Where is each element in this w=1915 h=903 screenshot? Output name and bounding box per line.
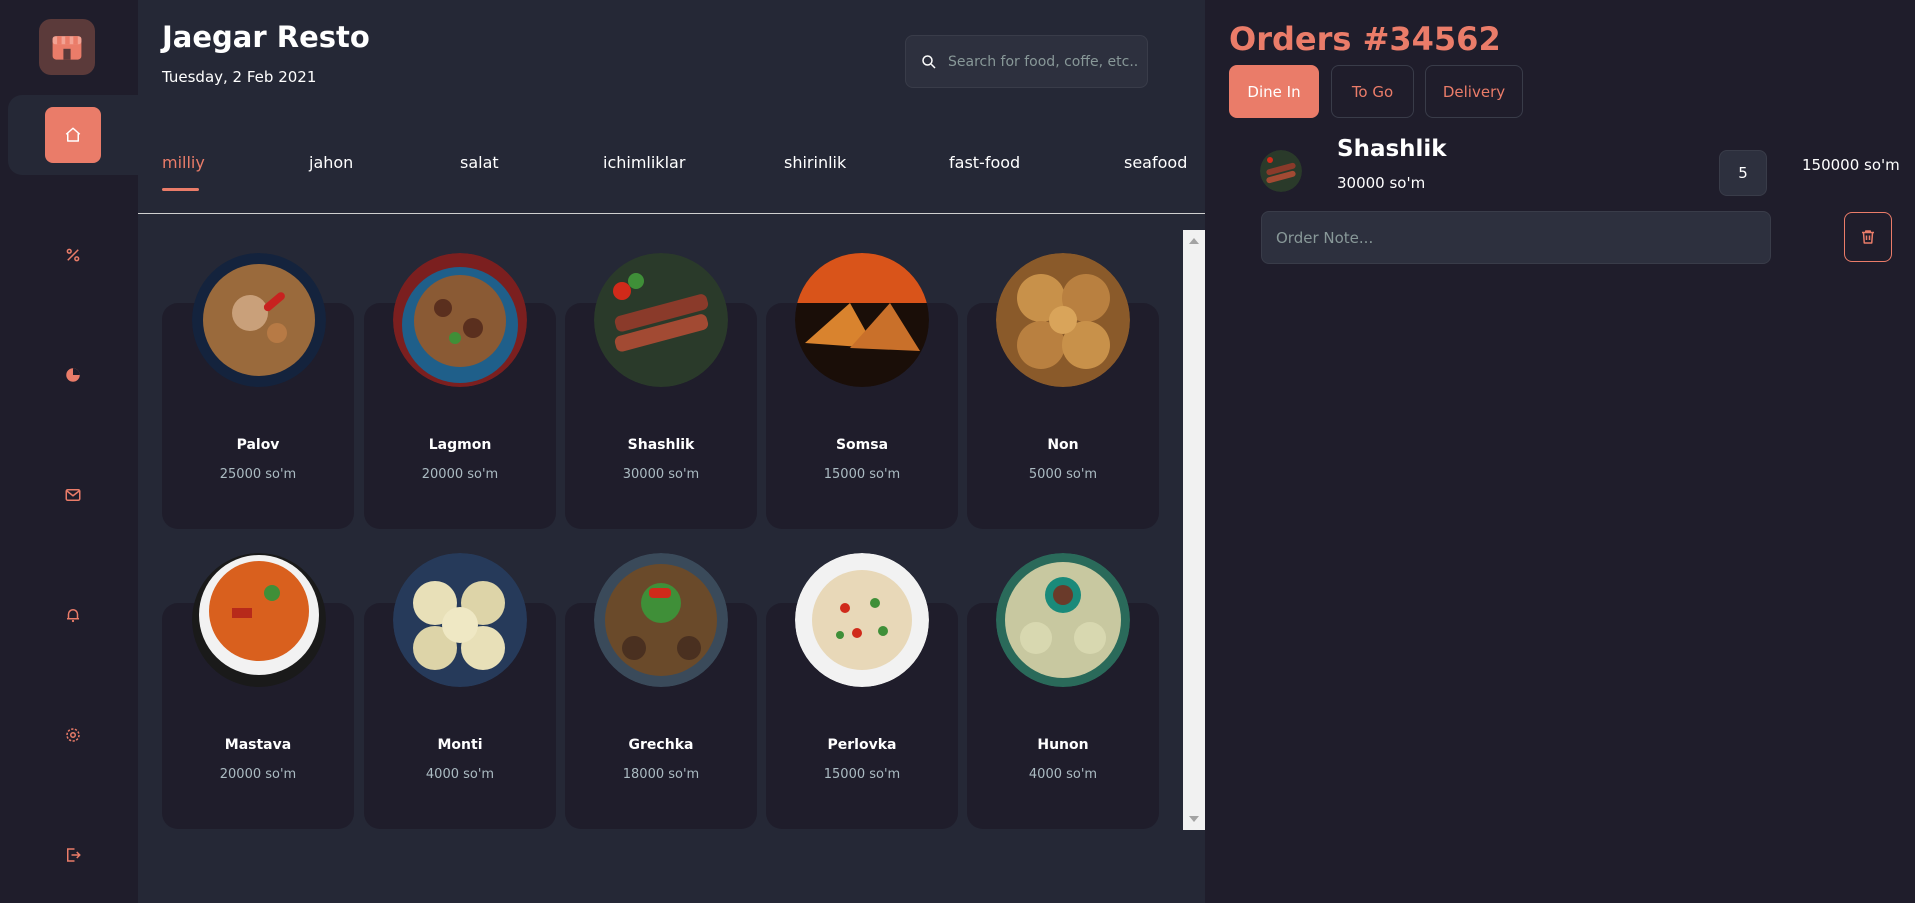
- dish-name: Grechka: [628, 737, 694, 753]
- tab-shirinlik[interactable]: shirinlik: [784, 153, 846, 172]
- dish-price: 25000 so'm: [219, 467, 297, 482]
- home-icon: [65, 127, 81, 142]
- dish-image-somsa: [795, 253, 929, 387]
- orders-panel: Orders #34562 Dine In To Go Delivery Sha…: [1205, 0, 1915, 903]
- nav-message-button[interactable]: [45, 467, 101, 523]
- dish-image-monti: [393, 553, 527, 687]
- dish-name: Lagmon: [428, 437, 492, 453]
- nav-settings-button[interactable]: [45, 707, 101, 763]
- dish-name: Mastava: [224, 737, 292, 753]
- dish-grid-scrollbar[interactable]: [1183, 230, 1205, 830]
- dish-name: Palov: [236, 437, 280, 453]
- message-icon: [65, 489, 81, 501]
- dish-image-shashlik: [594, 253, 728, 387]
- delete-item-button[interactable]: [1844, 212, 1892, 262]
- store-logo-icon: [39, 19, 95, 75]
- order-item-quantity[interactable]: 5: [1719, 150, 1767, 196]
- dish-image-hunon: [996, 553, 1130, 687]
- category-tabs: milliy jahon salat ichimliklar shirinlik…: [162, 153, 1187, 193]
- dish-image-grechka: [594, 553, 728, 687]
- scroll-up-arrow-icon[interactable]: [1189, 238, 1199, 244]
- nav-logout-button[interactable]: [45, 827, 101, 883]
- page-title: Jaegar Resto: [162, 20, 370, 54]
- dish-name: Perlovka: [827, 737, 897, 753]
- trash-icon: [1862, 230, 1874, 244]
- order-item-unit-price: 30000 so'm: [1337, 174, 1426, 192]
- dish-price: 20000 so'm: [219, 767, 297, 782]
- tab-jahon[interactable]: jahon: [309, 153, 353, 172]
- order-item-name: Shashlik: [1337, 136, 1447, 162]
- main-content: Jaegar Resto Tuesday, 2 Feb 2021 milliy …: [138, 0, 1205, 903]
- logout-icon: [67, 848, 81, 862]
- order-note-input[interactable]: [1261, 211, 1771, 264]
- dish-name: Somsa: [835, 437, 889, 453]
- dish-image-lagmon: [393, 253, 527, 387]
- order-item-total: 150000 so'm: [1802, 156, 1900, 174]
- tab-salat[interactable]: salat: [460, 153, 499, 172]
- dish-price: 4000 so'm: [425, 767, 495, 782]
- scroll-down-arrow-icon[interactable]: [1189, 816, 1199, 822]
- sidebar: [0, 0, 138, 903]
- nav-home-button[interactable]: [45, 107, 101, 163]
- order-item-image: [1260, 150, 1302, 192]
- dish-price: 15000 so'm: [823, 467, 901, 482]
- search-icon: [922, 54, 936, 69]
- page-date: Tuesday, 2 Feb 2021: [162, 68, 317, 86]
- dish-image-palov: [192, 253, 326, 387]
- tabs-divider: [138, 213, 1205, 214]
- dish-image-perlovka: [795, 553, 929, 687]
- dish-price: 30000 so'm: [622, 467, 700, 482]
- dish-name: Hunon: [1037, 737, 1089, 753]
- settings-icon: [66, 728, 80, 742]
- dish-name: Non: [1047, 437, 1079, 453]
- dish-name: Monti: [437, 737, 483, 753]
- discount-icon: [66, 248, 80, 262]
- search-box[interactable]: [905, 35, 1148, 88]
- orders-title: Orders #34562: [1229, 20, 1501, 58]
- dish-grid: Palov 25000 so'm Lagmon 20000 so'm Shash…: [162, 240, 1162, 840]
- nav-discount-button[interactable]: [45, 227, 101, 283]
- notification-icon: [67, 609, 79, 623]
- dish-price: 4000 so'm: [1028, 767, 1098, 782]
- dish-price: 18000 so'm: [622, 767, 700, 782]
- order-tab-to-go[interactable]: To Go: [1331, 65, 1414, 118]
- dish-image-mastava: [192, 553, 326, 687]
- tab-seafood[interactable]: seafood: [1124, 153, 1187, 172]
- tab-fast-food[interactable]: fast-food: [949, 153, 1020, 172]
- tab-milliy[interactable]: milliy: [162, 153, 205, 172]
- tab-active-indicator: [162, 188, 199, 191]
- nav-dashboard-button[interactable]: [45, 347, 101, 403]
- order-tab-delivery[interactable]: Delivery: [1425, 65, 1523, 118]
- dish-name: Shashlik: [627, 437, 695, 453]
- nav-notification-button[interactable]: [45, 587, 101, 643]
- dish-price: 15000 so'm: [823, 767, 901, 782]
- search-input[interactable]: [948, 53, 1147, 70]
- dashboard-icon: [66, 368, 80, 382]
- dish-price: 5000 so'm: [1028, 467, 1098, 482]
- dish-price: 20000 so'm: [421, 467, 499, 482]
- dish-image-non: [996, 253, 1130, 387]
- tab-ichimliklar[interactable]: ichimliklar: [603, 153, 685, 172]
- order-tab-dine-in[interactable]: Dine In: [1229, 65, 1319, 118]
